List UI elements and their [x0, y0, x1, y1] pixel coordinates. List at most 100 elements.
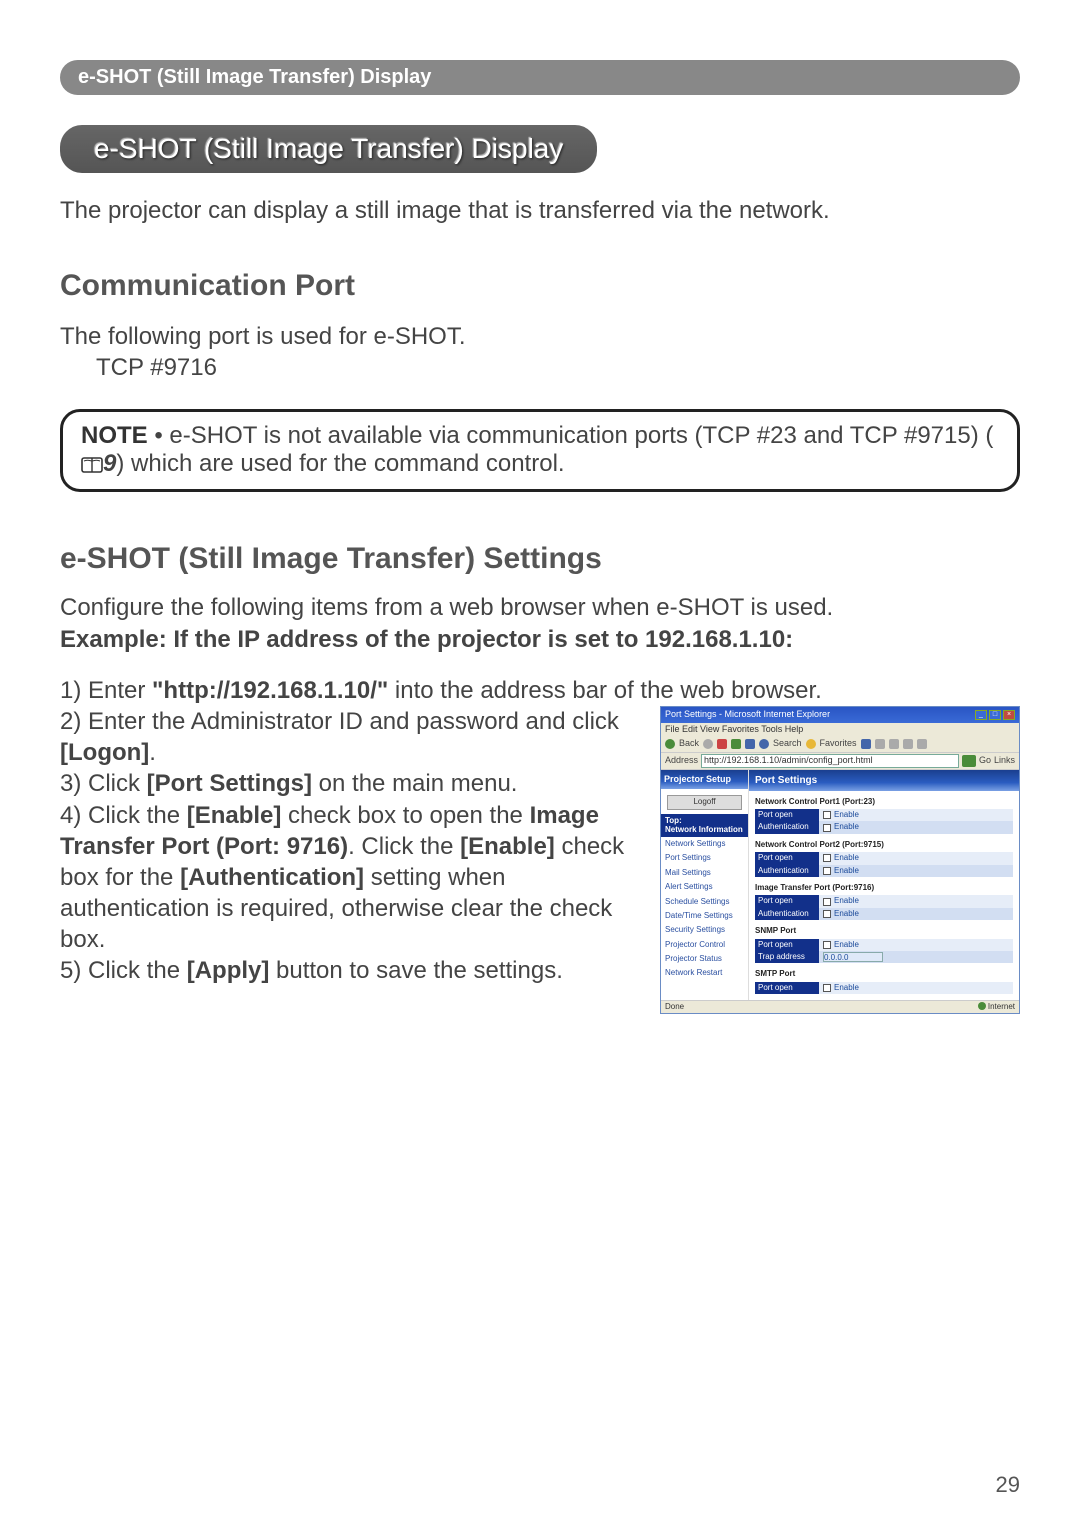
step-3-c: on the main menu.: [312, 770, 517, 797]
port1-auth-row: Authentication Enable: [755, 821, 1013, 833]
sidebar-item-projector-status[interactable]: Projector Status: [661, 952, 748, 966]
row-label-auth: Authentication: [755, 821, 819, 833]
sidebar-netinfo-label: Network Information: [665, 825, 744, 835]
print-icon[interactable]: [889, 739, 899, 749]
note-body-1: • e-SHOT is not available via communicat…: [148, 422, 994, 449]
row-label-portopen: Port open: [755, 852, 819, 864]
enable-label: Enable: [834, 940, 859, 950]
back-icon[interactable]: [665, 739, 675, 749]
close-icon[interactable]: ×: [1003, 710, 1015, 720]
config-line-1: Configure the following items from a web…: [60, 592, 1020, 623]
page-number: 29: [996, 1472, 1020, 1498]
intro-paragraph: The projector can display a still image …: [60, 197, 1020, 225]
browser-sidebar: Projector Setup Logoff Top: Network Info…: [661, 770, 749, 1000]
row-label-portopen: Port open: [755, 895, 819, 907]
go-button[interactable]: [962, 755, 976, 767]
smtp-portopen-checkbox[interactable]: [823, 984, 831, 992]
sidebar-item-datetime-settings[interactable]: Date/Time Settings: [661, 909, 748, 923]
section-port1: Network Control Port1 (Port:23): [755, 797, 1019, 807]
port1-auth-checkbox[interactable]: [823, 824, 831, 832]
logoff-button[interactable]: Logoff: [667, 795, 742, 809]
search-icon[interactable]: [759, 739, 769, 749]
enable-label: Enable: [834, 822, 859, 832]
page-header-text: e-SHOT (Still Image Transfer) Display: [78, 66, 431, 88]
browser-addressbar: Address http://192.168.1.10/admin/config…: [661, 753, 1019, 770]
browser-title: Port Settings - Microsoft Internet Explo…: [665, 709, 830, 721]
port2-auth-checkbox[interactable]: [823, 867, 831, 875]
book-icon: [81, 456, 103, 479]
img-portopen-row: Port open Enable: [755, 895, 1013, 907]
step-2-a: 2) Enter the Administrator ID and passwo…: [60, 708, 619, 735]
step-1: 1) Enter "http://192.168.1.10/" into the…: [60, 675, 1020, 706]
mail-icon[interactable]: [875, 739, 885, 749]
sidebar-item-network-restart[interactable]: Network Restart: [661, 966, 748, 980]
port2-portopen-checkbox[interactable]: [823, 854, 831, 862]
note-ref: 9: [103, 450, 116, 477]
img-portopen-checkbox[interactable]: [823, 898, 831, 906]
internet-icon: [978, 1002, 986, 1010]
sidebar-item-alert-settings[interactable]: Alert Settings: [661, 880, 748, 894]
snmp-portopen-checkbox[interactable]: [823, 941, 831, 949]
enable-label: Enable: [834, 866, 859, 876]
maximize-icon[interactable]: □: [989, 710, 1001, 720]
communication-port-value: TCP #9716: [60, 352, 1020, 383]
refresh-icon[interactable]: [731, 739, 741, 749]
trap-address-field[interactable]: 0.0.0.0: [823, 952, 883, 962]
sidebar-item-security-settings[interactable]: Security Settings: [661, 923, 748, 937]
step-4-enable-2: [Enable]: [460, 833, 555, 860]
enable-label: Enable: [834, 896, 859, 906]
settings-heading: e-SHOT (Still Image Transfer) Settings: [60, 542, 1020, 576]
row-label-auth: Authentication: [755, 908, 819, 920]
sidebar-item-network-settings[interactable]: Network Settings: [661, 837, 748, 851]
discuss-icon[interactable]: [917, 739, 927, 749]
sidebar-item-mail-settings[interactable]: Mail Settings: [661, 866, 748, 880]
snmp-portopen-row: Port open Enable: [755, 939, 1013, 951]
step-2-c: .: [149, 739, 156, 766]
step-4-c: check box to open the: [281, 802, 529, 829]
forward-icon[interactable]: [703, 739, 713, 749]
status-internet: Internet: [988, 1002, 1015, 1011]
toolbar-search-label: Search: [773, 738, 802, 750]
stop-icon[interactable]: [717, 739, 727, 749]
sidebar-top-block[interactable]: Top: Network Information: [661, 814, 748, 837]
step-2-logon: [Logon]: [60, 739, 149, 766]
title-band-text: e-SHOT (Still Image Transfer) Display: [94, 133, 563, 164]
browser-toolbar: Back Search Favorites: [661, 736, 1019, 753]
sidebar-item-projector-control[interactable]: Projector Control: [661, 938, 748, 952]
step-1-c: into the address bar of the web browser.: [388, 677, 822, 704]
communication-port-text: The following port is used for e-SHOT.: [60, 321, 1020, 352]
step-5-a: 5) Click the: [60, 957, 187, 984]
enable-label: Enable: [834, 909, 859, 919]
section-image-transfer: Image Transfer Port (Port:9716): [755, 883, 1019, 893]
toolbar-back-label: Back: [679, 738, 699, 750]
config-line-2: Example: If the IP address of the projec…: [60, 624, 1020, 655]
step-5-c: button to save the settings.: [269, 957, 563, 984]
img-auth-checkbox[interactable]: [823, 910, 831, 918]
step-4-a: 4) Click the: [60, 802, 187, 829]
step-5-apply: [Apply]: [187, 957, 270, 984]
edit-icon[interactable]: [903, 739, 913, 749]
browser-menubar[interactable]: File Edit View Favorites Tools Help: [661, 723, 1019, 737]
links-label[interactable]: Links: [994, 755, 1015, 767]
img-auth-row: Authentication Enable: [755, 908, 1013, 920]
page-header-bar: e-SHOT (Still Image Transfer) Display: [60, 60, 1020, 95]
status-done: Done: [665, 1002, 684, 1012]
history-icon[interactable]: [861, 739, 871, 749]
browser-main: Port Settings Network Control Port1 (Por…: [749, 770, 1019, 1000]
step-4-enable-1: [Enable]: [187, 802, 282, 829]
favorites-icon[interactable]: [806, 739, 816, 749]
communication-port-heading: Communication Port: [60, 269, 1020, 303]
enable-label: Enable: [834, 810, 859, 820]
minimize-icon[interactable]: _: [975, 710, 987, 720]
home-icon[interactable]: [745, 739, 755, 749]
sidebar-header: Projector Setup: [661, 770, 748, 790]
sidebar-item-schedule-settings[interactable]: Schedule Settings: [661, 895, 748, 909]
address-field[interactable]: http://192.168.1.10/admin/config_port.ht…: [701, 754, 959, 768]
note-label: NOTE: [81, 422, 148, 449]
sidebar-item-port-settings[interactable]: Port Settings: [661, 851, 748, 865]
sidebar-top-label: Top:: [665, 816, 744, 826]
port1-portopen-checkbox[interactable]: [823, 811, 831, 819]
enable-label: Enable: [834, 983, 859, 993]
browser-screenshot: Port Settings - Microsoft Internet Explo…: [660, 706, 1020, 1014]
note-body-2: ) which are used for the command control…: [116, 450, 564, 477]
